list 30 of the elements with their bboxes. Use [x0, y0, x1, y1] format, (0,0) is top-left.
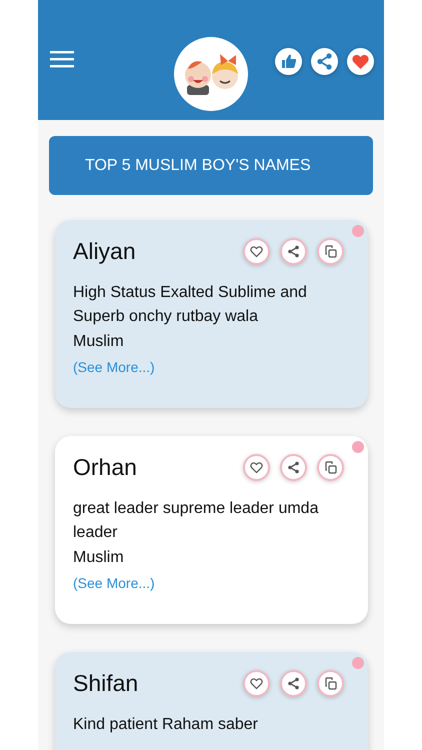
name-meaning: Kind patient Raham saber	[73, 715, 259, 735]
share-button[interactable]	[311, 48, 338, 74]
status-dot	[352, 225, 364, 237]
favorite-button[interactable]	[243, 238, 270, 265]
thumbs-up-button[interactable]	[275, 48, 302, 74]
share-button[interactable]	[280, 670, 307, 697]
copy-button[interactable]	[317, 670, 344, 697]
favorite-button[interactable]	[243, 454, 270, 481]
name-meaning: High Status Exalted Sublime and Superb onchy rutbay wala	[73, 283, 308, 327]
status-dot	[352, 657, 364, 669]
copy-button[interactable]	[317, 454, 344, 481]
favorite-button[interactable]	[243, 670, 270, 697]
name-card[interactable]: Shifan Kind patient Raham saber	[55, 652, 368, 750]
name-meaning: great leader supreme leader umda leader	[73, 499, 320, 543]
menu-icon[interactable]	[50, 50, 74, 68]
religion-label: Muslim	[73, 549, 125, 567]
religion-label: Muslim	[73, 333, 125, 351]
name-title: Orhan	[73, 454, 137, 481]
babies-logo-icon	[174, 37, 248, 111]
status-dot	[352, 441, 364, 453]
banner-title: TOP 5 MUSLIM BOY'S NAMES	[85, 156, 311, 174]
name-title: Aliyan	[73, 238, 136, 265]
name-card[interactable]: Orhan great leader supreme leader umda leader Muslim (See More...)	[55, 436, 368, 624]
name-title: Shifan	[73, 670, 138, 697]
heart-button[interactable]	[347, 48, 374, 74]
see-more-link[interactable]: (See More...)	[73, 575, 155, 591]
share-button[interactable]	[280, 238, 307, 265]
copy-button[interactable]	[317, 238, 344, 265]
name-card[interactable]: Aliyan High Status Exalted Sublime and Superb onchy rutbay wala Muslim (See More...)	[55, 220, 368, 408]
share-button[interactable]	[280, 454, 307, 481]
